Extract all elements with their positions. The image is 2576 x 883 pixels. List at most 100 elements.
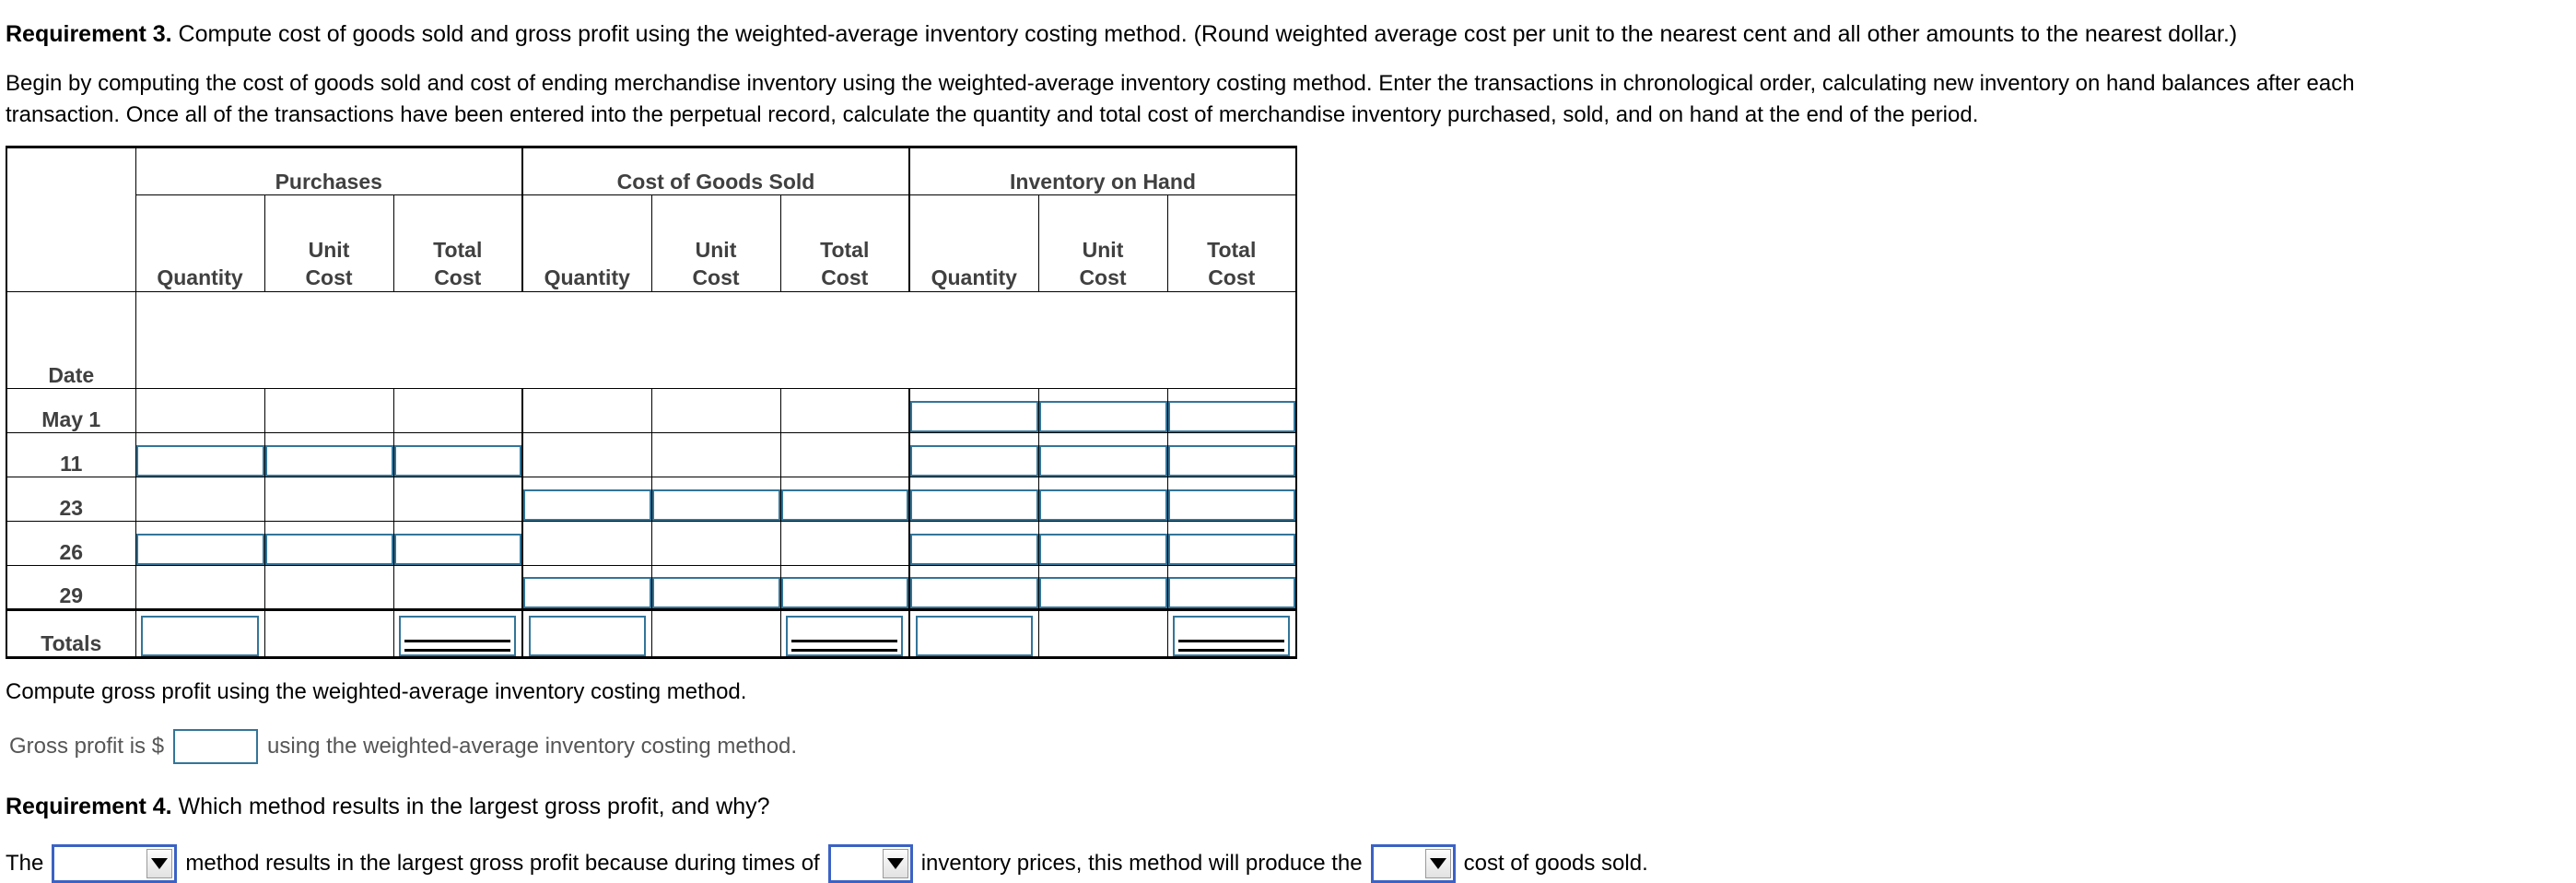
sub-header-inventory-unit-cost: Unit Cost [1037, 194, 1168, 292]
cell-inv-1 [1037, 521, 1168, 566]
instructions-line-2: transaction. Once all of the transaction… [6, 102, 1979, 127]
total-answer-input-ruled[interactable] [1173, 616, 1291, 656]
sub-header-cogs-total-cost: Total Cost [779, 194, 910, 292]
cell-purch-0 [135, 477, 265, 522]
answer-input[interactable] [393, 445, 521, 477]
chevron-down-icon[interactable] [882, 849, 908, 878]
answer-input[interactable] [910, 577, 1038, 608]
totals-label: Totals [6, 608, 136, 658]
row-date-cell: 26 [6, 521, 136, 566]
total-answer-input[interactable] [141, 616, 259, 656]
cell-inv-0 [908, 565, 1039, 610]
gross-profit-suffix: using the weighted-average inventory cos… [267, 734, 798, 759]
answer-input[interactable] [135, 534, 264, 565]
answer-input[interactable] [1038, 489, 1167, 521]
totals-cell-inv-0 [908, 608, 1039, 658]
cell-purch-0 [135, 432, 265, 477]
answer-input[interactable] [910, 401, 1038, 432]
answer-input[interactable] [1038, 401, 1167, 432]
answer-input[interactable] [910, 534, 1038, 565]
answer-input[interactable] [910, 489, 1038, 521]
table-row: 23 [6, 477, 1297, 522]
sub-header-purchases-quantity: Quantity [135, 194, 265, 292]
worksheet-page: Requirement 3. Compute cost of goods sol… [0, 0, 2576, 883]
cell-cogs-1 [650, 432, 781, 477]
table-row: 29 [6, 565, 1297, 610]
answer-input[interactable] [651, 489, 780, 521]
total-answer-input-ruled[interactable] [786, 616, 904, 656]
unit-cost-line-1: Unit [1082, 238, 1124, 262]
cell-cogs-0 [521, 432, 652, 477]
answer-input[interactable] [1167, 401, 1295, 432]
answer-input[interactable] [264, 534, 393, 565]
cell-cogs-0 [521, 521, 652, 566]
unit-cost-line-2: Cost [692, 265, 740, 289]
total-answer-input[interactable] [528, 616, 646, 656]
answer-input[interactable] [780, 489, 908, 521]
cell-purch-0 [135, 521, 265, 566]
cell-inv-2 [1166, 565, 1297, 610]
instructions-paragraph: Begin by computing the cost of goods sol… [6, 68, 2567, 131]
cell-inv-1 [1037, 565, 1168, 610]
answer-input[interactable] [1038, 534, 1167, 565]
totals-cell-cogs-1 [650, 608, 781, 658]
cell-purch-1 [263, 388, 394, 433]
table-row: May 1 [6, 388, 1297, 433]
total-cost-line-1: Total [820, 238, 870, 262]
total-answer-input[interactable] [915, 616, 1033, 656]
gross-profit-input[interactable] [173, 729, 259, 764]
totals-cell-cogs-0 [521, 608, 652, 658]
cell-purch-2 [392, 388, 523, 433]
column-header-date: Date [6, 291, 136, 389]
r4-text-part-4: cost of goods sold. [1463, 851, 1648, 876]
chevron-down-icon[interactable] [1424, 849, 1451, 878]
unit-cost-line-1: Unit [695, 238, 737, 262]
answer-input[interactable] [1038, 445, 1167, 477]
cogs-magnitude-select[interactable] [1370, 844, 1456, 883]
corner-cell [6, 147, 136, 292]
sub-header-inventory-quantity: Quantity [908, 194, 1039, 292]
answer-input[interactable] [780, 577, 908, 608]
answer-input[interactable] [1167, 489, 1295, 521]
total-cost-line-2: Cost [821, 265, 869, 289]
cell-purch-1 [263, 477, 394, 522]
sub-header-row: Quantity Unit Cost Total Cost Quantity U… [6, 194, 1297, 292]
cell-purch-2 [392, 432, 523, 477]
sub-header-inventory-total-cost: Total Cost [1166, 194, 1297, 292]
price-trend-select[interactable] [827, 844, 913, 883]
r4-text-part-3: inventory prices, this method will produ… [920, 851, 1363, 876]
answer-input[interactable] [135, 445, 264, 477]
answer-input[interactable] [523, 489, 651, 521]
r4-text-part-1: The [6, 851, 44, 876]
chevron-down-icon[interactable] [146, 849, 173, 878]
cell-cogs-1 [650, 565, 781, 610]
cell-inv-1 [1037, 477, 1168, 522]
cell-cogs-2 [779, 565, 910, 610]
sub-header-purchases-total-cost: Total Cost [392, 194, 523, 292]
answer-input[interactable] [523, 577, 651, 608]
group-header-purchases: Purchases [135, 147, 523, 195]
cell-cogs-2 [779, 432, 910, 477]
total-cost-line-2: Cost [1208, 265, 1256, 289]
totals-cell-inv-2 [1166, 608, 1297, 658]
answer-input[interactable] [1167, 445, 1295, 477]
answer-input[interactable] [1167, 534, 1295, 565]
requirement-3-text: Compute cost of goods sold and gross pro… [171, 21, 2238, 47]
answer-input[interactable] [264, 445, 393, 477]
answer-input[interactable] [651, 577, 780, 608]
totals-cell-purch-2 [392, 608, 523, 658]
answer-input[interactable] [393, 534, 521, 565]
totals-cell-purch-0 [135, 608, 265, 658]
answer-input[interactable] [910, 445, 1038, 477]
sub-header-purchases-unit-cost: Unit Cost [263, 194, 394, 292]
method-select[interactable] [52, 844, 178, 883]
sub-header-cogs-quantity: Quantity [521, 194, 652, 292]
cell-purch-0 [135, 388, 265, 433]
r4-text-part-2: method results in the largest gross prof… [185, 851, 820, 876]
cell-purch-2 [392, 565, 523, 610]
answer-input[interactable] [1038, 577, 1167, 608]
answer-input[interactable] [1167, 577, 1295, 608]
requirement-3-label: Requirement 3. [6, 21, 172, 47]
cell-purch-2 [392, 521, 523, 566]
total-answer-input-ruled[interactable] [399, 616, 517, 656]
